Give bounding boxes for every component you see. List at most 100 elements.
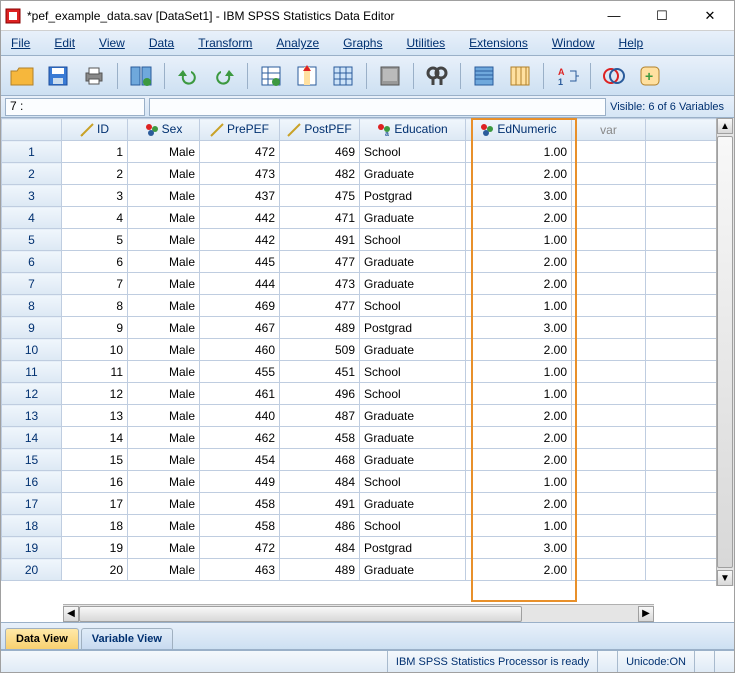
cell-education[interactable]: Postgrad — [360, 317, 466, 339]
cell-empty[interactable] — [572, 317, 646, 339]
scroll-down-icon[interactable]: ▼ — [717, 570, 733, 586]
cell-sex[interactable]: Male — [128, 207, 200, 229]
cell-postpef[interactable]: 484 — [280, 471, 360, 493]
row-header[interactable]: 17 — [2, 493, 62, 515]
save-icon[interactable] — [43, 61, 73, 91]
cell-empty[interactable] — [572, 537, 646, 559]
cell-ednumeric[interactable]: 2.00 — [466, 207, 572, 229]
cell-id[interactable]: 20 — [62, 559, 128, 581]
cell-empty[interactable] — [572, 559, 646, 581]
cell-education[interactable]: School — [360, 229, 466, 251]
cell-prepef[interactable]: 437 — [200, 185, 280, 207]
cell-id[interactable]: 6 — [62, 251, 128, 273]
cell-empty[interactable] — [572, 427, 646, 449]
cell-postpef[interactable]: 468 — [280, 449, 360, 471]
column-header-prepef[interactable]: PrePEF — [200, 119, 280, 141]
row-header[interactable]: 11 — [2, 361, 62, 383]
table-row[interactable]: 1919Male472484Postgrad3.00 — [2, 537, 734, 559]
menu-help[interactable]: Help — [613, 33, 650, 53]
cell-ednumeric[interactable]: 1.00 — [466, 383, 572, 405]
table-row[interactable]: 11Male472469School1.00 — [2, 141, 734, 163]
row-header[interactable]: 15 — [2, 449, 62, 471]
cell-postpef[interactable]: 486 — [280, 515, 360, 537]
cell-postpef[interactable]: 477 — [280, 295, 360, 317]
cell-ednumeric[interactable]: 1.00 — [466, 295, 572, 317]
table-row[interactable]: 88Male469477School1.00 — [2, 295, 734, 317]
cell-id[interactable]: 1 — [62, 141, 128, 163]
scroll-thumb[interactable] — [717, 136, 733, 568]
row-header[interactable]: 18 — [2, 515, 62, 537]
cell-sex[interactable]: Male — [128, 383, 200, 405]
row-header[interactable]: 7 — [2, 273, 62, 295]
cell-sex[interactable]: Male — [128, 317, 200, 339]
cell-empty[interactable] — [572, 449, 646, 471]
cell-reference-input[interactable]: 7 : — [5, 98, 145, 116]
row-header[interactable]: 16 — [2, 471, 62, 493]
cell-education[interactable]: Graduate — [360, 427, 466, 449]
cell-sex[interactable]: Male — [128, 273, 200, 295]
table-row[interactable]: 22Male473482Graduate2.00 — [2, 163, 734, 185]
column-header-id[interactable]: ID — [62, 119, 128, 141]
cell-sex[interactable]: Male — [128, 427, 200, 449]
cell-postpef[interactable]: 475 — [280, 185, 360, 207]
scroll-left-icon[interactable]: ◀ — [63, 606, 79, 622]
row-header[interactable]: 2 — [2, 163, 62, 185]
row-header[interactable]: 19 — [2, 537, 62, 559]
cell-ednumeric[interactable]: 1.00 — [466, 141, 572, 163]
minimize-button[interactable]: — — [594, 4, 634, 28]
cell-ednumeric[interactable]: 1.00 — [466, 515, 572, 537]
cell-education[interactable]: Graduate — [360, 339, 466, 361]
scroll-right-icon[interactable]: ▶ — [638, 606, 654, 622]
cell-ednumeric[interactable]: 1.00 — [466, 361, 572, 383]
cell-postpef[interactable]: 491 — [280, 229, 360, 251]
goto-variable-icon[interactable] — [292, 61, 322, 91]
cell-education[interactable]: Graduate — [360, 449, 466, 471]
cell-sex[interactable]: Male — [128, 405, 200, 427]
cell-education[interactable]: School — [360, 141, 466, 163]
cell-id[interactable]: 10 — [62, 339, 128, 361]
cell-prepef[interactable]: 458 — [200, 515, 280, 537]
cell-sex[interactable]: Male — [128, 471, 200, 493]
cell-ednumeric[interactable]: 3.00 — [466, 317, 572, 339]
cell-education[interactable]: Graduate — [360, 273, 466, 295]
value-labels-icon[interactable]: A1 — [552, 61, 582, 91]
column-header-ednumeric[interactable]: EdNumeric — [466, 119, 572, 141]
menu-data[interactable]: Data — [143, 33, 180, 53]
data-grid[interactable]: ID Sex PrePEF PostPEF aEducation EdNumer… — [1, 118, 734, 581]
cell-sex[interactable]: Male — [128, 361, 200, 383]
cell-prepef[interactable]: 445 — [200, 251, 280, 273]
horizontal-scrollbar[interactable]: ◀ ▶ — [63, 604, 654, 622]
scroll-thumb-h[interactable] — [79, 606, 522, 622]
goto-case-icon[interactable] — [256, 61, 286, 91]
row-header[interactable]: 8 — [2, 295, 62, 317]
row-header[interactable]: 4 — [2, 207, 62, 229]
cell-prepef[interactable]: 442 — [200, 207, 280, 229]
cell-ednumeric[interactable]: 2.00 — [466, 251, 572, 273]
cell-ednumeric[interactable]: 3.00 — [466, 185, 572, 207]
cell-empty[interactable] — [572, 163, 646, 185]
tab-variable-view[interactable]: Variable View — [81, 628, 173, 649]
cell-sex[interactable]: Male — [128, 141, 200, 163]
cell-sex[interactable]: Male — [128, 339, 200, 361]
cell-prepef[interactable]: 472 — [200, 141, 280, 163]
cell-education[interactable]: Graduate — [360, 559, 466, 581]
find-icon[interactable] — [422, 61, 452, 91]
cell-sex[interactable]: Male — [128, 515, 200, 537]
cell-postpef[interactable]: 496 — [280, 383, 360, 405]
show-all-icon[interactable]: + — [635, 61, 665, 91]
cell-id[interactable]: 4 — [62, 207, 128, 229]
menu-window[interactable]: Window — [546, 33, 601, 53]
undo-icon[interactable] — [173, 61, 203, 91]
cell-prepef[interactable]: 472 — [200, 537, 280, 559]
cell-value-input[interactable] — [149, 98, 606, 116]
cell-education[interactable]: Graduate — [360, 405, 466, 427]
cell-empty[interactable] — [572, 361, 646, 383]
vertical-scrollbar[interactable]: ▲ ▼ — [716, 118, 734, 586]
cell-ednumeric[interactable]: 2.00 — [466, 493, 572, 515]
cell-postpef[interactable]: 451 — [280, 361, 360, 383]
cell-postpef[interactable]: 473 — [280, 273, 360, 295]
cell-sex[interactable]: Male — [128, 185, 200, 207]
insert-variable-icon[interactable] — [505, 61, 535, 91]
cell-prepef[interactable]: 458 — [200, 493, 280, 515]
cell-ednumeric[interactable]: 2.00 — [466, 339, 572, 361]
